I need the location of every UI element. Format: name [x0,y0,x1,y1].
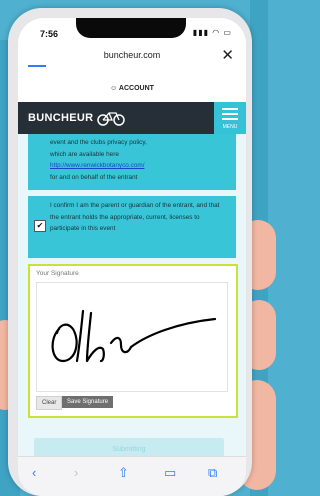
url-text[interactable]: buncheur.com [18,50,246,60]
share-icon[interactable]: ⇧ [118,465,129,481]
clear-signature-button[interactable]: Clear [36,396,63,410]
signature-pad[interactable] [36,282,228,392]
menu-button[interactable]: MENU [214,102,246,134]
bookmarks-icon[interactable]: ▭ [164,465,176,481]
signature-stroke [51,309,217,363]
site-header: BUNCHEUR MENU [18,102,246,134]
close-icon[interactable]: ✕ [221,46,234,64]
tabs-icon[interactable]: ⧉ [208,465,217,481]
forward-icon[interactable]: › [74,465,78,480]
form-content: event and the clubs privacy policy, whic… [18,134,246,474]
account-link[interactable]: ☺ ACCOUNT [18,85,246,92]
guardian-consent-text: I confirm I am the parent or guardian of… [50,202,220,232]
browser-toolbar: ‹ › ⇧ ▭ ⧉ [18,456,246,496]
notch [76,18,186,38]
guardian-consent-checkbox[interactable]: ✔ [34,220,46,232]
menu-label: MENU [222,124,238,130]
consent-line: event and the clubs privacy policy, [50,139,147,146]
status-icons: ▮▮▮ ◠ ▭ [192,28,232,37]
status-bar: 7:56 ▮▮▮ ◠ ▭ [18,18,246,46]
signature-section: Your Signature Clear Save Signature [28,264,238,418]
bicycle-icon [97,112,125,126]
guardian-consent-block: ✔ I confirm I am the parent or guardian … [28,196,236,258]
consent-line: for and on behalf of the entrant [50,173,138,181]
site-logo-text[interactable]: BUNCHEUR [28,112,93,124]
privacy-consent-text: event and the clubs privacy policy, whic… [50,137,230,183]
privacy-consent-block: event and the clubs privacy policy, whic… [28,134,236,190]
privacy-policy-link[interactable]: http://www.renwickbotanyco.com/ [50,162,144,169]
consent-line: which are available here [50,150,119,158]
account-bar[interactable]: ☺ ACCOUNT [18,80,246,102]
phone-screen: 7:56 ▮▮▮ ◠ ▭ buncheur.com ✕ ☺ ACCOUNT BU… [18,18,246,496]
hamburger-icon [222,108,238,123]
page-load-progress [28,65,46,67]
save-signature-button[interactable]: Save Signature [62,396,114,408]
clock: 7:56 [40,29,59,39]
back-icon[interactable]: ‹ [32,465,36,480]
url-bar[interactable]: buncheur.com ✕ [18,46,246,66]
signature-label: Your Signature [36,270,79,277]
